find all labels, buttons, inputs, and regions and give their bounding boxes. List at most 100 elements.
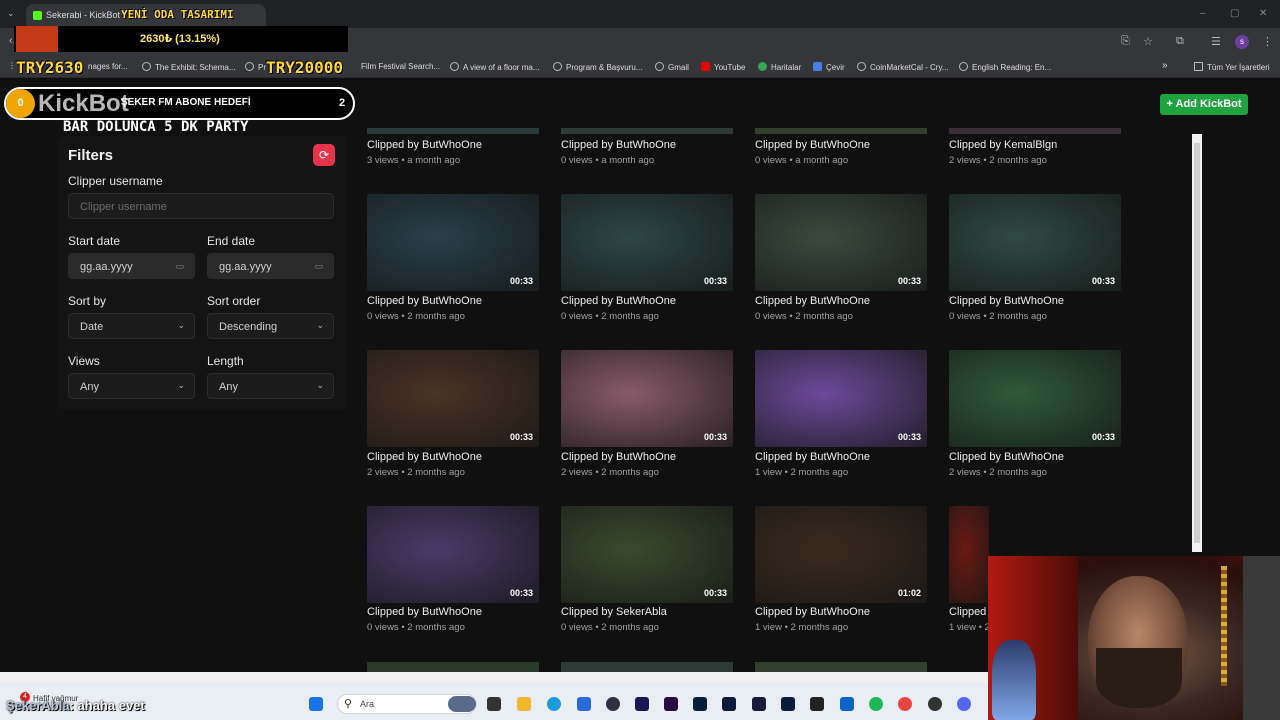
end-date-input[interactable]: gg.aa.yyyy ▭ [207,253,334,279]
clip-title[interactable]: Clipped by ButWhoOne [367,451,482,463]
bookmark-item[interactable]: Çevir [813,62,845,72]
vertical-scrollbar-thumb[interactable] [1194,143,1200,543]
refresh-icon[interactable]: ⟳ [313,144,335,166]
chat-username: ŞekerAbla [6,698,70,713]
clip-meta: 0 views • 2 months ago [755,311,853,322]
bookmark-item[interactable]: YouTube [701,62,745,72]
clip-thumbnail[interactable] [949,506,989,603]
obs-icon[interactable] [606,697,620,711]
star-icon[interactable]: ☆ [1143,35,1153,48]
animate-icon[interactable] [722,697,736,711]
close-window-icon[interactable]: ✕ [1259,8,1267,19]
spotify-icon[interactable] [869,697,883,711]
sub-goal-label: ŞEKER FM ABONE HEDEFİ [121,97,251,108]
bookmark-item[interactable]: The Exhibit: Schema... [142,62,235,72]
extensions-icon[interactable]: ⧉ [1176,35,1184,48]
minimize-icon[interactable]: – [1200,8,1206,19]
sub-goal-current: 0 [6,89,35,118]
tab-title: Sekerabi - KickBot [46,10,121,20]
outlook-icon[interactable] [840,697,854,711]
clip-thumbnail[interactable] [561,128,733,134]
clip-title[interactable]: Clipped by ButWhoOne [367,606,482,618]
bookmark-item[interactable]: Pr [245,62,266,72]
bookmarks-bar: ⋮⋮ nages for... The Exhibit: Schema... P… [0,56,1280,78]
sort-by-select[interactable]: Date ⌄ [68,313,195,339]
translate-icon[interactable]: ⎘ [1121,35,1130,48]
clip-thumbnail[interactable] [755,662,927,672]
bookmark-item[interactable]: A view of a floor ma... [450,62,539,72]
clip-title[interactable]: Clipped by ButWhoOne [755,606,870,618]
clip-meta: 1 view • 2 months ago [755,467,849,478]
clip-duration: 00:33 [1092,276,1116,286]
menu-kebab-icon[interactable]: ⋮ [1262,35,1273,48]
bookmark-item[interactable]: Haritalar [758,62,801,72]
party-text-overlay: BAR DOLUNCA 5 DK PARTY [63,119,249,135]
clip-thumbnail[interactable] [949,128,1121,134]
copilot-icon[interactable] [448,696,476,712]
profile-avatar[interactable]: s [1235,35,1249,49]
clip-title[interactable]: Clipped by ButWhoOne [755,139,870,151]
horizontal-scrollbar[interactable] [0,672,988,682]
clip-thumbnail[interactable] [561,662,733,672]
views-select[interactable]: Any ⌄ [68,373,195,399]
bookmark-item[interactable]: English Reading: En... [959,62,1051,72]
maximize-icon[interactable]: ▢ [1230,8,1239,19]
bookmark-item[interactable]: nages for... [88,62,128,71]
clip-thumbnail[interactable] [755,128,927,134]
clip-title[interactable]: Clipped by ButWhoOne [561,295,676,307]
room-title-overlay: YENİ ODA TASARIMI [121,8,234,21]
lightroom-icon[interactable] [781,697,795,711]
bookmark-item[interactable]: CoinMarketCal - Cry... [857,62,949,72]
start-date-input[interactable]: gg.aa.yyyy ▭ [68,253,195,279]
clip-thumbnail[interactable] [367,662,539,672]
clip-title[interactable]: Clipped [949,606,986,618]
clip-title[interactable]: Clipped by ButWhoOne [561,139,676,151]
photoshop-icon[interactable] [693,697,707,711]
add-kickbot-button[interactable]: + Add KickBot [1160,94,1248,115]
windows-start-icon[interactable] [309,697,323,711]
calendar-icon[interactable]: ▭ [314,261,323,272]
clip-title[interactable]: Clipped by ButWhoOne [949,451,1064,463]
kick-favicon-icon [33,11,42,20]
character-animator-icon[interactable] [752,697,766,711]
bookmark-item[interactable]: Film Festival Search... [361,62,440,71]
capcut-icon[interactable] [810,697,824,711]
sort-order-select[interactable]: Descending ⌄ [207,313,334,339]
discord-icon[interactable] [957,697,971,711]
app-icon[interactable] [928,697,942,711]
clip-title[interactable]: Clipped by ButWhoOne [755,295,870,307]
clip-title[interactable]: Clipped by ButWhoOne [561,451,676,463]
sort-by-label: Sort by [68,294,107,308]
file-explorer-icon[interactable] [517,697,531,711]
globe-icon [245,62,254,71]
sub-goal-target: 2 [339,97,346,109]
maps-pin-icon [758,62,767,71]
clip-title[interactable]: Clipped by ButWhoOne [949,295,1064,307]
edge-icon[interactable] [547,697,561,711]
webcam-overlay [988,556,1280,720]
calendar-icon[interactable]: ▭ [175,261,184,272]
clip-thumbnail[interactable] [367,128,539,134]
after-effects-icon[interactable] [635,697,649,711]
more-bookmarks-icon[interactable]: » [1162,60,1168,71]
filters-title: Filters [68,147,114,164]
bookmark-item[interactable]: Program & Başvuru... [553,62,642,72]
clipper-username-input[interactable]: Clipper username [68,193,334,219]
task-view-icon[interactable] [487,697,501,711]
start-date-label: Start date [68,234,121,248]
back-icon[interactable]: ‹ [9,35,13,47]
store-icon[interactable] [577,697,591,711]
clip-title[interactable]: Clipped by ButWhoOne [367,295,482,307]
premiere-icon[interactable] [664,697,678,711]
clip-title[interactable]: Clipped by SekerAbla [561,606,667,618]
clip-meta: 0 views • 2 months ago [561,622,659,633]
reading-list-icon[interactable]: ☰ [1211,35,1221,48]
length-select[interactable]: Any ⌄ [207,373,334,399]
clip-title[interactable]: Clipped by KemalBlgn [949,139,1057,151]
chrome-icon[interactable] [898,697,912,711]
all-bookmarks-folder[interactable]: Tüm Yer İşaretleri [1194,62,1270,72]
bookmark-item[interactable]: Gmail [655,62,689,72]
clip-title[interactable]: Clipped by ButWhoOne [755,451,870,463]
clip-title[interactable]: Clipped by ButWhoOne [367,139,482,151]
tab-list-chevron-icon[interactable]: ⌄ [7,8,15,19]
